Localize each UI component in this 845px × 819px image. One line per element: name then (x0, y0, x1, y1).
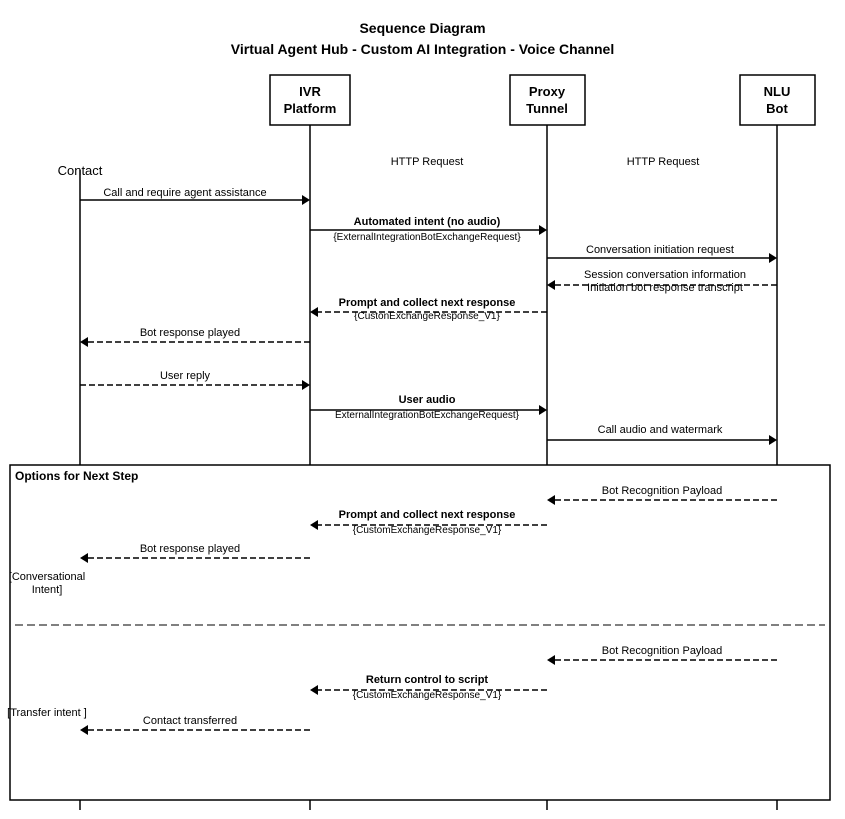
diagram-title: Sequence Diagram Virtual Agent Hub - Cus… (0, 0, 845, 70)
svg-text:Conversation initiation reques: Conversation initiation request (586, 244, 734, 256)
svg-text:Bot Recognition Payload: Bot Recognition Payload (602, 485, 722, 497)
svg-text:Session conversation informati: Session conversation information (584, 269, 746, 281)
svg-text:Call audio and watermark: Call audio and watermark (598, 424, 723, 436)
sequence-diagram-svg: IVR Platform Proxy Tunnel NLU Bot HTTP R… (0, 0, 845, 819)
svg-text:Proxy: Proxy (529, 84, 566, 99)
svg-text:Return control to script: Return control to script (366, 674, 489, 686)
svg-text:Initiation bot response transc: Initiation bot response transcript (587, 282, 743, 294)
svg-text:Bot Recognition Payload: Bot Recognition Payload (602, 645, 722, 657)
svg-text:Contact: Contact (58, 163, 103, 178)
svg-text:Prompt and collect next respon: Prompt and collect next response (339, 509, 516, 521)
svg-text:HTTP Request: HTTP Request (391, 156, 464, 168)
svg-text:[Conversational: [Conversational (9, 571, 85, 583)
diagram-container: Sequence Diagram Virtual Agent Hub - Cus… (0, 0, 845, 819)
svg-text:Contact transferred: Contact transferred (143, 715, 237, 727)
svg-text:{CustonExchangeResponse_V1}: {CustonExchangeResponse_V1} (354, 311, 500, 322)
svg-text:Call and require agent assista: Call and require agent assistance (103, 187, 266, 199)
svg-text:Tunnel: Tunnel (526, 101, 568, 116)
svg-text:[Transfer intent ]: [Transfer intent ] (7, 707, 87, 719)
svg-text:{CustomExchangeResponse_V1}: {CustomExchangeResponse_V1} (353, 690, 502, 701)
svg-text:Automated intent (no audio): Automated intent (no audio) (354, 216, 501, 228)
title-line1: Sequence Diagram (0, 18, 845, 39)
svg-text:User audio: User audio (399, 394, 456, 406)
svg-text:ExternalIntegrationBotExchange: ExternalIntegrationBotExchangeRequest} (335, 410, 520, 421)
svg-text:{CustomExchangeResponse_V1}: {CustomExchangeResponse_V1} (353, 525, 502, 536)
svg-text:Bot: Bot (766, 101, 788, 116)
svg-text:HTTP Request: HTTP Request (627, 156, 700, 168)
title-line2: Virtual Agent Hub - Custom AI Integratio… (0, 39, 845, 60)
svg-text:Platform: Platform (284, 101, 337, 116)
svg-text:Intent]: Intent] (32, 584, 63, 596)
svg-text:Bot response played: Bot response played (140, 327, 240, 339)
svg-text:User reply: User reply (160, 370, 211, 382)
svg-text:IVR: IVR (299, 84, 321, 99)
svg-text:Prompt and collect next respon: Prompt and collect next response (339, 297, 516, 309)
svg-text:NLU: NLU (764, 84, 791, 99)
svg-text:Bot response played: Bot response played (140, 543, 240, 555)
svg-text:{ExternalIntegrationBotExchang: {ExternalIntegrationBotExchangeRequest} (333, 232, 521, 243)
svg-text:Options for Next Step: Options for Next Step (15, 469, 138, 483)
